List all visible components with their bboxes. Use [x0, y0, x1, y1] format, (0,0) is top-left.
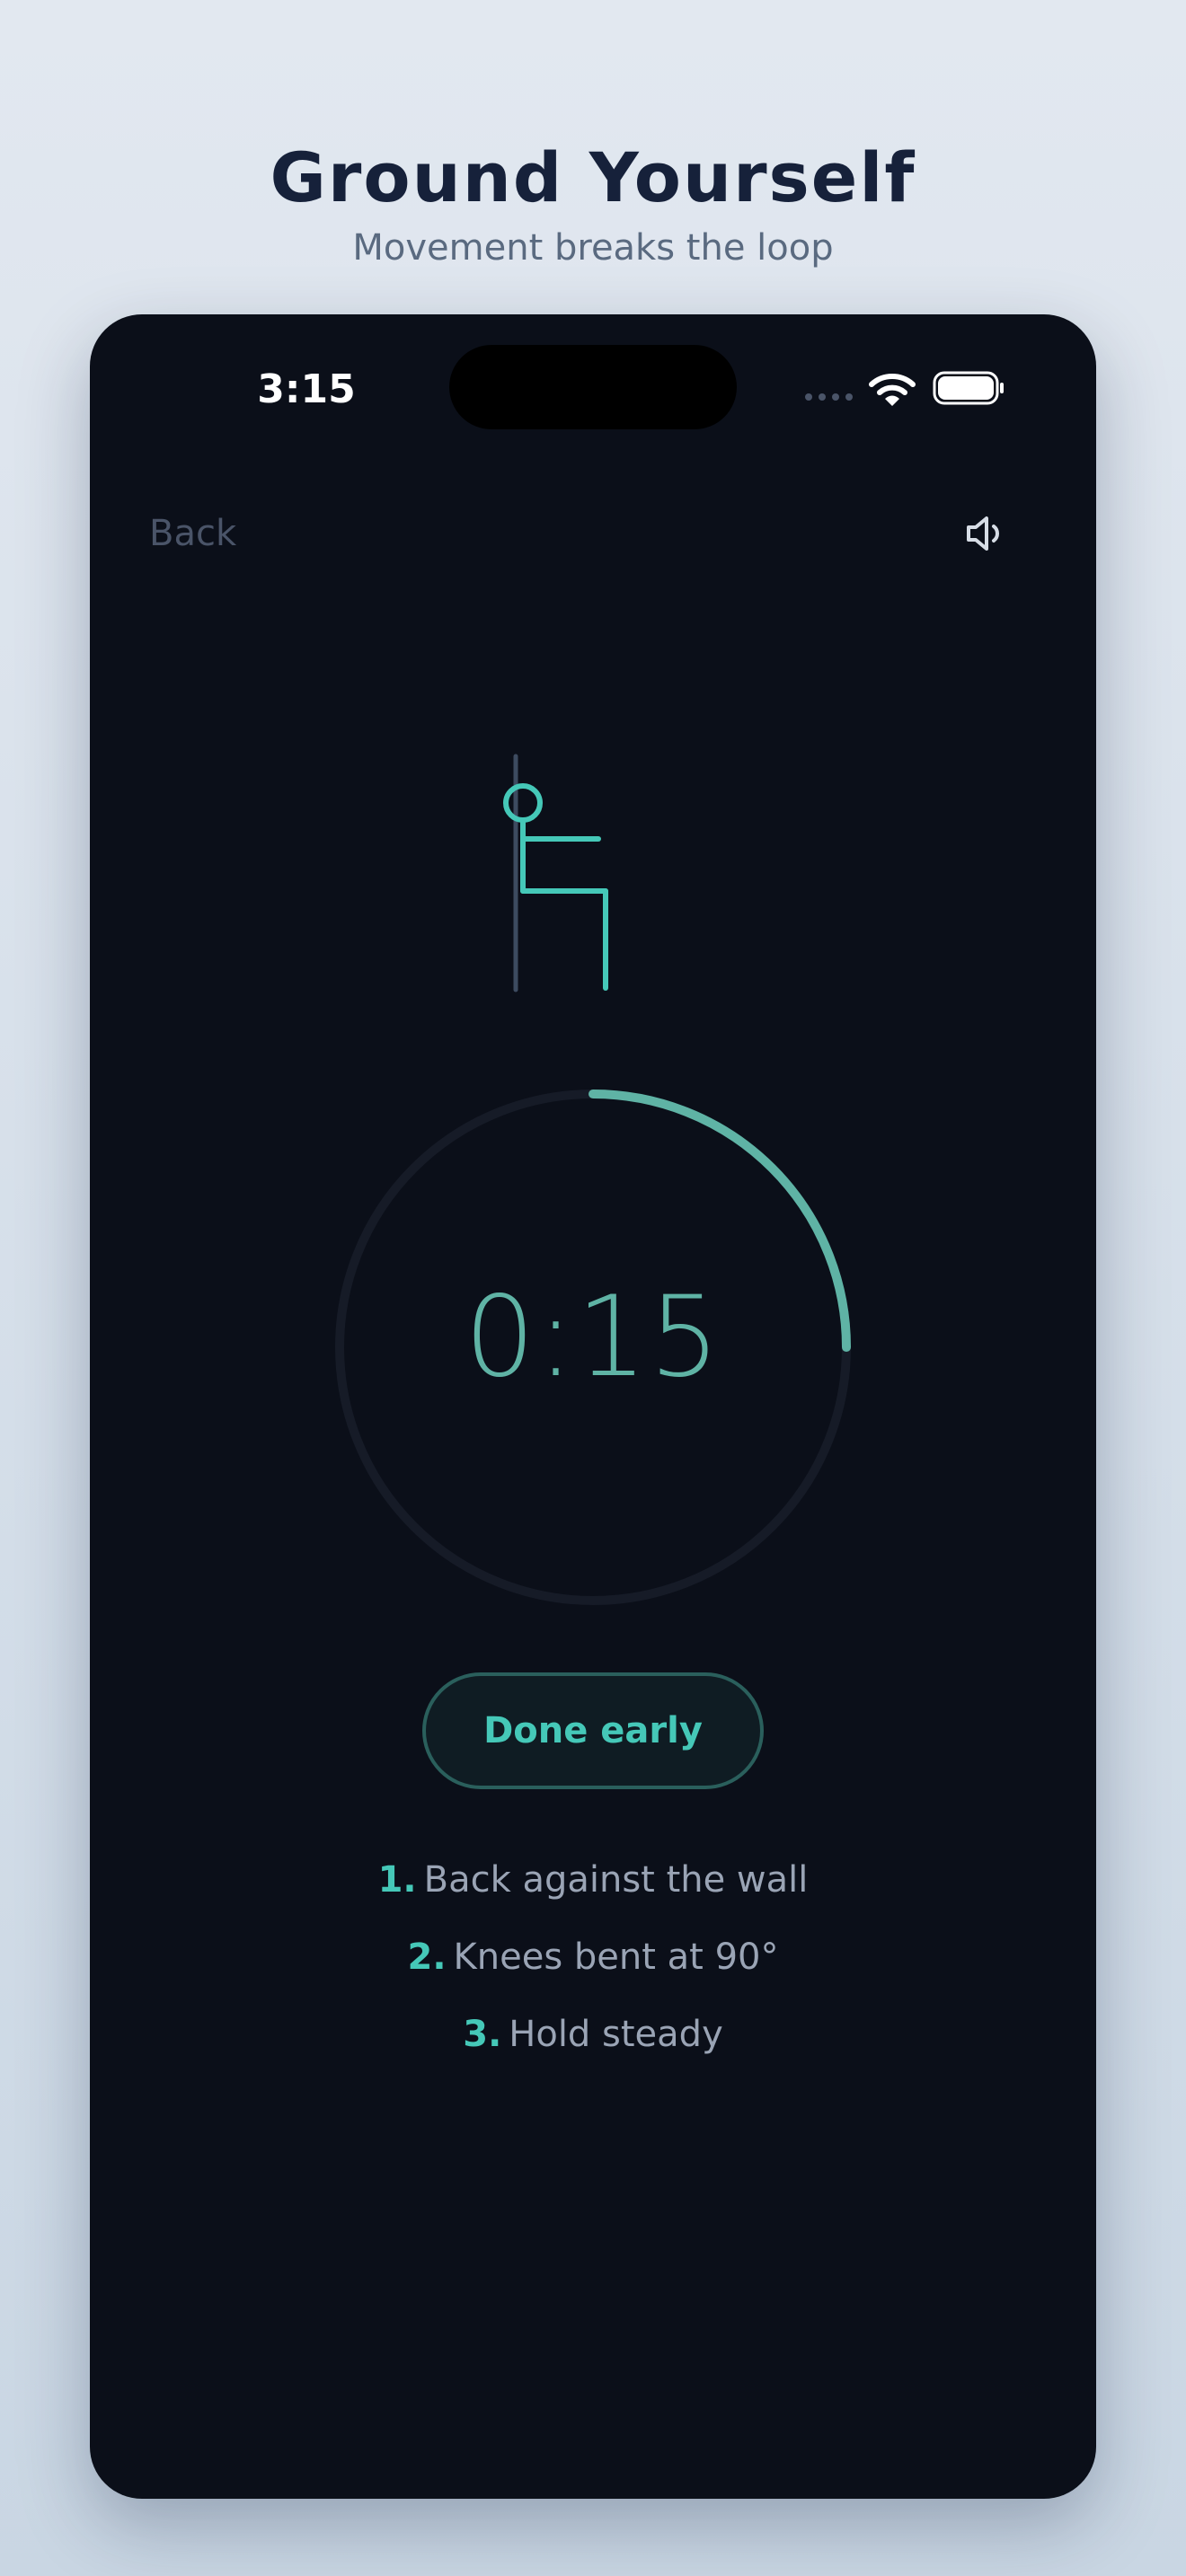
cellular-signal-icon [805, 393, 853, 401]
step-number: 2. [407, 1936, 447, 1978]
page-subtitle: Movement breaks the loop [352, 227, 834, 269]
instruction-list: 1. Back against the wall 2. Knees bent at … [90, 1841, 1096, 2073]
wifi-icon [869, 374, 916, 406]
speaker-icon[interactable] [961, 508, 1012, 559]
battery-icon [933, 371, 1004, 405]
instruction-step: 3. Hold steady [90, 1996, 1096, 2073]
dynamic-island [449, 345, 737, 429]
phone-screen: 3:15 Back 0:15 Done early 1.Back agains [90, 314, 1096, 2499]
step-text: Hold steady [509, 2014, 723, 2055]
step-text: Back against the wall [423, 1859, 809, 1901]
timer-display: 0:15 [464, 1273, 722, 1402]
wall-sit-figure-icon [503, 754, 608, 992]
back-button[interactable]: Back [149, 507, 236, 560]
done-early-button[interactable]: Done early [422, 1672, 764, 1789]
instruction-step: 2. Knees bent at 90° [90, 1919, 1096, 1996]
status-time: 3:15 [257, 366, 356, 412]
page-title: Ground Yourself [270, 137, 916, 217]
step-number: 3. [463, 2014, 502, 2055]
step-number: 1. [377, 1859, 417, 1901]
instruction-step: 1. Back against the wall [90, 1841, 1096, 1919]
step-text: Knees bent at 90° [453, 1936, 779, 1978]
